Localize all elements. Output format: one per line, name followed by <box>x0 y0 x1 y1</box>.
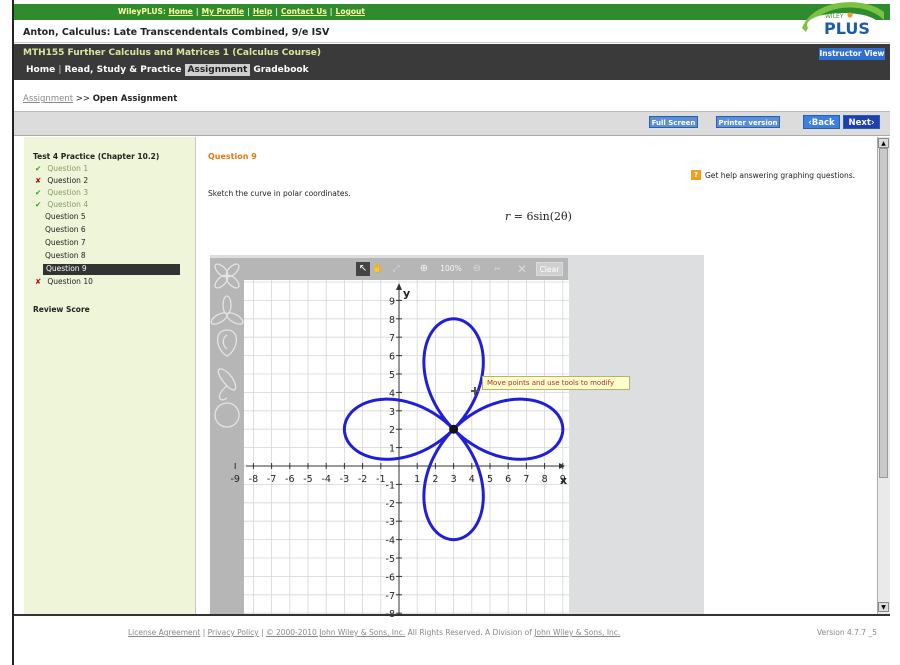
rights-text: All Rights Reserved. A Division of <box>405 628 535 637</box>
x-tick-label: 6 <box>505 474 511 485</box>
x-tick-label: -4 <box>321 474 330 485</box>
y-tick-label: 3 <box>389 407 395 418</box>
scroll-down-arrow-icon[interactable]: ▼ <box>878 602 889 612</box>
scrollbar-thumb[interactable] <box>879 148 888 478</box>
content-bottom-border <box>14 614 890 616</box>
curve-center-point[interactable] <box>449 424 459 434</box>
version-text: Version 4.7.7 _5 <box>817 628 877 637</box>
x-tick-label: -5 <box>303 474 312 485</box>
circle-shape-icon[interactable] <box>214 402 240 428</box>
y-tick-label: 9 <box>389 296 395 307</box>
y-tick-label: 7 <box>389 333 395 344</box>
x-tick-label: -2 <box>358 474 367 485</box>
x-tick-label: -8 <box>249 474 258 485</box>
x-tick-label: 8 <box>542 474 548 485</box>
copyright-link[interactable]: © 2000-2010 John Wiley & Sons, Inc. <box>266 628 405 637</box>
three-petal-shape-icon[interactable] <box>209 295 244 326</box>
y-tick-label: 6 <box>389 352 395 363</box>
app-window: WileyPLUS: Home | My Profile | Help | Contact … <box>0 0 900 665</box>
x-axis-label: x <box>560 474 567 487</box>
x-tick-label: 4 <box>469 474 475 485</box>
y-axis-label: y <box>403 287 410 300</box>
x-tick-label: -9 <box>230 474 239 485</box>
graph-canvas[interactable]: -9-8-7-6-5-4-3-2-1123456789 -8-7-6-5-4-3… <box>0 0 900 665</box>
graph-tooltip: Move points and use tools to modify <box>482 376 630 390</box>
x-tick-label: 3 <box>451 474 457 485</box>
separator: | <box>261 628 264 637</box>
privacy-policy-link[interactable]: Privacy Policy <box>208 628 259 637</box>
cardioid-shape-icon[interactable] <box>216 329 238 357</box>
shape-palette-icons <box>209 262 244 428</box>
y-tick-label: -7 <box>386 591 395 602</box>
x-tick-label: -6 <box>285 474 294 485</box>
y-tick-label: -2 <box>386 499 395 510</box>
footer: License Agreement | Privacy Policy | © 2… <box>128 628 620 637</box>
y-tick-label: -3 <box>386 517 395 528</box>
scroll-up-arrow-icon[interactable]: ▲ <box>878 138 889 148</box>
y-tick-label: 5 <box>389 370 395 381</box>
x-tick-label: -3 <box>340 474 349 485</box>
y-tick-label: 2 <box>389 425 395 436</box>
separator: | <box>202 628 206 637</box>
y-tick-label: 1 <box>389 444 395 455</box>
y-tick-label: 8 <box>389 315 395 326</box>
y-tick-label: -6 <box>386 572 395 583</box>
y-tick-label: -5 <box>386 554 395 565</box>
x-tick-label: 1 <box>414 474 420 485</box>
x-tick-label: -1 <box>376 474 385 485</box>
x-tick-label: 5 <box>487 474 493 485</box>
x-tick-label: 7 <box>523 474 529 485</box>
lemniscate-shape-icon[interactable] <box>217 368 237 401</box>
y-tick-label: -4 <box>386 536 395 547</box>
y-tick-label: -1 <box>386 480 395 491</box>
four-petal-shape-icon[interactable] <box>213 262 241 290</box>
x-tick-label: -7 <box>267 474 276 485</box>
license-agreement-link[interactable]: License Agreement <box>128 628 200 637</box>
company-link[interactable]: John Wiley & Sons, Inc. <box>534 628 620 637</box>
x-tick-label: 2 <box>432 474 438 485</box>
